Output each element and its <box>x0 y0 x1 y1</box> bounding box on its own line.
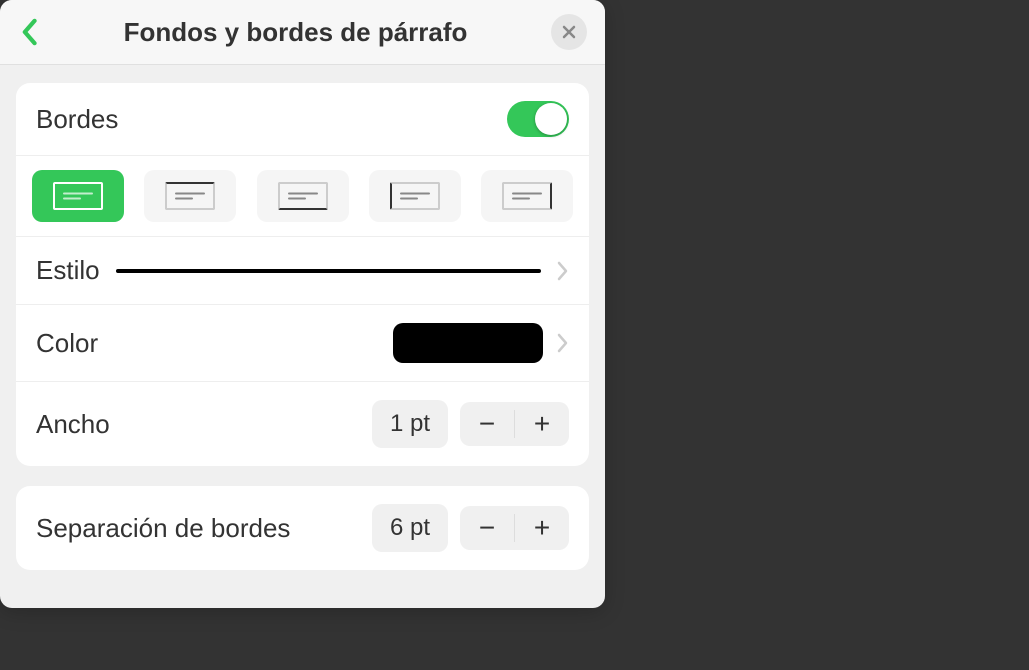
panel-title: Fondos y bordes de párrafo <box>40 17 551 48</box>
color-row[interactable]: Color <box>16 305 589 382</box>
border-top-icon <box>165 182 215 210</box>
color-label: Color <box>36 328 98 359</box>
spacing-stepper: − + <box>460 506 569 550</box>
border-types-row <box>16 156 589 237</box>
close-icon <box>562 25 576 39</box>
style-row[interactable]: Estilo <box>16 237 589 305</box>
back-button[interactable] <box>18 18 40 46</box>
chevron-left-icon <box>18 18 40 46</box>
close-button[interactable] <box>551 14 587 50</box>
spacing-row: Separación de bordes 6 pt − + <box>16 486 589 570</box>
width-label: Ancho <box>36 409 110 440</box>
border-type-right[interactable] <box>481 170 573 222</box>
spacing-label: Separación de bordes <box>36 513 290 544</box>
width-value: 1 pt <box>372 400 448 448</box>
borders-panel: Fondos y bordes de párrafo Bordes <box>0 0 605 608</box>
borders-toggle[interactable] <box>507 101 569 137</box>
width-increase-button[interactable]: + <box>515 402 569 446</box>
borders-section: Bordes <box>16 83 589 466</box>
spacing-section: Separación de bordes 6 pt − + <box>16 486 589 570</box>
panel-body: Bordes <box>0 65 605 608</box>
color-swatch <box>393 323 543 363</box>
border-bottom-icon <box>278 182 328 210</box>
spacing-decrease-button[interactable]: − <box>460 506 514 550</box>
borders-label: Bordes <box>36 104 118 135</box>
style-preview <box>116 269 541 273</box>
border-type-bottom[interactable] <box>257 170 349 222</box>
border-type-all[interactable] <box>32 170 124 222</box>
width-decrease-button[interactable]: − <box>460 402 514 446</box>
chevron-right-icon <box>557 333 569 353</box>
border-type-top[interactable] <box>144 170 236 222</box>
border-left-icon <box>390 182 440 210</box>
width-stepper: − + <box>460 402 569 446</box>
spacing-value: 6 pt <box>372 504 448 552</box>
spacing-increase-button[interactable]: + <box>515 506 569 550</box>
width-row: Ancho 1 pt − + <box>16 382 589 466</box>
border-all-icon <box>53 182 103 210</box>
border-right-icon <box>502 182 552 210</box>
border-type-left[interactable] <box>369 170 461 222</box>
chevron-right-icon <box>557 261 569 281</box>
panel-header: Fondos y bordes de párrafo <box>0 0 605 65</box>
borders-toggle-row: Bordes <box>16 83 589 156</box>
style-label: Estilo <box>36 255 100 286</box>
